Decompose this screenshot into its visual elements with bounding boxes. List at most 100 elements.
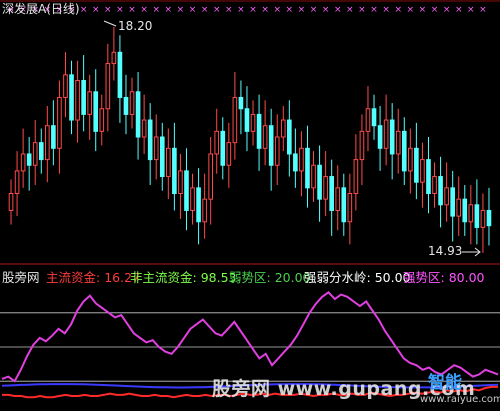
signal-marker: × bbox=[358, 5, 366, 15]
signal-marker: × bbox=[140, 5, 148, 15]
candle[interactable] bbox=[93, 91, 99, 132]
signal-marker: × bbox=[431, 5, 439, 15]
candle[interactable] bbox=[8, 193, 14, 211]
candle[interactable] bbox=[268, 125, 274, 166]
candle[interactable] bbox=[141, 119, 147, 138]
signal-marker: × bbox=[407, 5, 415, 15]
candle[interactable] bbox=[426, 159, 431, 195]
legend-strong-zone-label: 强势区: bbox=[403, 270, 445, 285]
candle[interactable] bbox=[274, 136, 280, 166]
candle[interactable] bbox=[371, 108, 377, 127]
candle[interactable] bbox=[299, 147, 304, 172]
candle[interactable] bbox=[81, 80, 86, 115]
candle[interactable] bbox=[20, 153, 26, 172]
candle[interactable] bbox=[341, 187, 347, 223]
chart-title: 深发展A(日线) bbox=[2, 2, 80, 16]
signal-marker: × bbox=[346, 5, 354, 15]
signal-marker: × bbox=[249, 5, 257, 15]
candle[interactable] bbox=[401, 130, 407, 172]
candle[interactable] bbox=[323, 176, 328, 200]
candle[interactable] bbox=[256, 113, 262, 149]
candle[interactable] bbox=[347, 193, 353, 223]
candle[interactable] bbox=[14, 170, 20, 194]
candle[interactable] bbox=[438, 176, 443, 206]
candle[interactable] bbox=[287, 119, 292, 155]
candle[interactable] bbox=[244, 108, 250, 132]
candle[interactable] bbox=[220, 130, 226, 166]
candle[interactable] bbox=[117, 51, 123, 98]
candle[interactable] bbox=[480, 209, 486, 228]
candle[interactable] bbox=[377, 125, 383, 149]
candle[interactable] bbox=[184, 170, 189, 211]
signal-marker: × bbox=[261, 5, 269, 15]
candle[interactable] bbox=[208, 153, 213, 200]
high-price-label: 18.20 bbox=[118, 19, 153, 33]
candle[interactable] bbox=[166, 147, 171, 178]
signal-marker: × bbox=[382, 5, 390, 15]
candle[interactable] bbox=[450, 187, 455, 217]
candle[interactable] bbox=[486, 209, 492, 227]
legend-non-main-fund: 非主流资金: 98.53 bbox=[130, 270, 237, 286]
candle[interactable] bbox=[383, 119, 389, 149]
candle[interactable] bbox=[159, 136, 165, 178]
candle[interactable] bbox=[250, 113, 256, 132]
candle[interactable] bbox=[474, 204, 480, 228]
candle[interactable] bbox=[190, 187, 195, 211]
candle[interactable] bbox=[232, 96, 238, 144]
candle[interactable] bbox=[468, 204, 474, 223]
candle[interactable] bbox=[75, 80, 80, 121]
candle[interactable] bbox=[317, 164, 322, 200]
legend-main-fund-label: 主流资金: bbox=[46, 270, 101, 285]
candle[interactable] bbox=[414, 147, 419, 183]
candle[interactable] bbox=[389, 119, 395, 155]
candle[interactable] bbox=[432, 176, 437, 195]
candle[interactable] bbox=[353, 159, 359, 195]
signal-marker: × bbox=[455, 5, 463, 15]
candle[interactable] bbox=[456, 198, 462, 217]
candle[interactable] bbox=[311, 164, 316, 189]
candle[interactable] bbox=[172, 147, 177, 195]
candle[interactable] bbox=[335, 187, 341, 211]
candle[interactable] bbox=[196, 187, 201, 223]
candle[interactable] bbox=[105, 63, 111, 110]
candle[interactable] bbox=[129, 91, 135, 115]
candle[interactable] bbox=[462, 198, 468, 223]
candle[interactable] bbox=[359, 130, 365, 161]
candle[interactable] bbox=[99, 108, 105, 132]
candle[interactable] bbox=[329, 176, 334, 211]
candle[interactable] bbox=[32, 142, 38, 166]
candle[interactable] bbox=[238, 96, 244, 110]
candle[interactable] bbox=[420, 159, 425, 183]
candle[interactable] bbox=[38, 142, 44, 161]
candle[interactable] bbox=[51, 125, 56, 149]
candle[interactable] bbox=[226, 142, 232, 166]
signal-marker: × bbox=[213, 5, 221, 15]
candle[interactable] bbox=[69, 74, 74, 121]
candle[interactable] bbox=[408, 147, 413, 172]
candle[interactable] bbox=[262, 125, 268, 149]
signal-marker: × bbox=[177, 5, 185, 15]
candle[interactable] bbox=[365, 108, 371, 132]
legend-strong-zone-value: 80.00 bbox=[448, 270, 485, 285]
candle[interactable] bbox=[202, 198, 207, 223]
candle[interactable] bbox=[153, 136, 159, 161]
candle[interactable] bbox=[63, 74, 68, 98]
legend-watershed: 强弱分水岭: 50.00 bbox=[304, 270, 411, 286]
candle[interactable] bbox=[178, 170, 183, 194]
candle[interactable] bbox=[123, 96, 129, 115]
candle[interactable] bbox=[395, 130, 401, 155]
candle[interactable] bbox=[111, 51, 117, 65]
candle[interactable] bbox=[293, 153, 298, 172]
candle[interactable] bbox=[135, 91, 141, 138]
candle[interactable] bbox=[87, 91, 92, 115]
legend-weak-zone: 弱势区: 20.00 bbox=[229, 270, 311, 286]
candle[interactable] bbox=[305, 147, 310, 189]
candle[interactable] bbox=[26, 153, 32, 166]
candle[interactable] bbox=[45, 125, 50, 161]
signal-marker: × bbox=[443, 5, 451, 15]
candle[interactable] bbox=[57, 96, 62, 149]
candle[interactable] bbox=[280, 119, 286, 138]
candle[interactable] bbox=[214, 130, 220, 155]
candle[interactable] bbox=[147, 119, 153, 161]
candle[interactable] bbox=[444, 187, 449, 206]
